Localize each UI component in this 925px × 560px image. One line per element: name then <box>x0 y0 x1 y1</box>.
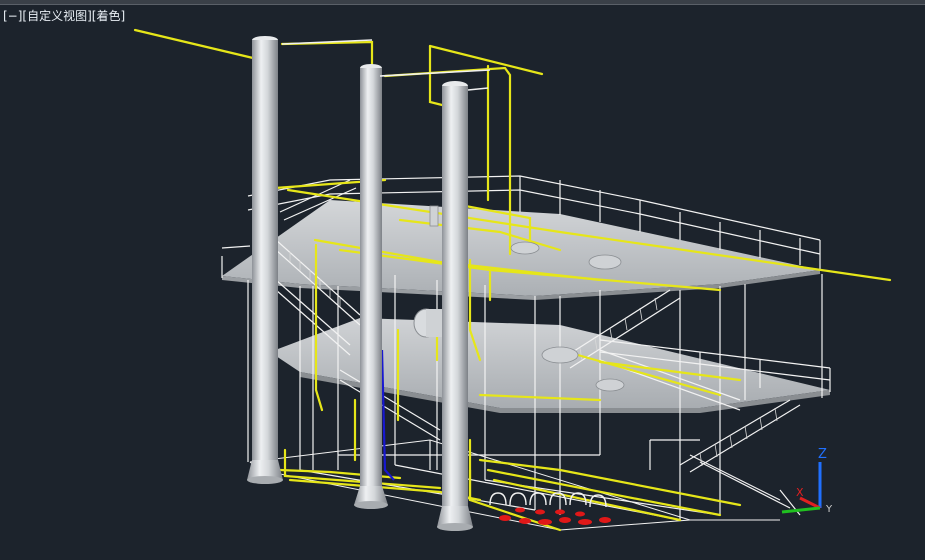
model-3d-scene[interactable]: Z X Y <box>0 0 925 560</box>
ucs-icon: Z X Y <box>781 447 833 515</box>
ucs-z-label: Z <box>818 447 827 462</box>
horizontal-drum <box>413 308 442 338</box>
column-right <box>437 81 473 531</box>
ucs-y-label: Y <box>825 504 833 515</box>
column-left <box>247 36 283 484</box>
ucs-x-label: X <box>796 486 804 499</box>
drawing-viewport[interactable]: [−] [自定义视图] [着色] Z X Y <box>0 0 925 560</box>
